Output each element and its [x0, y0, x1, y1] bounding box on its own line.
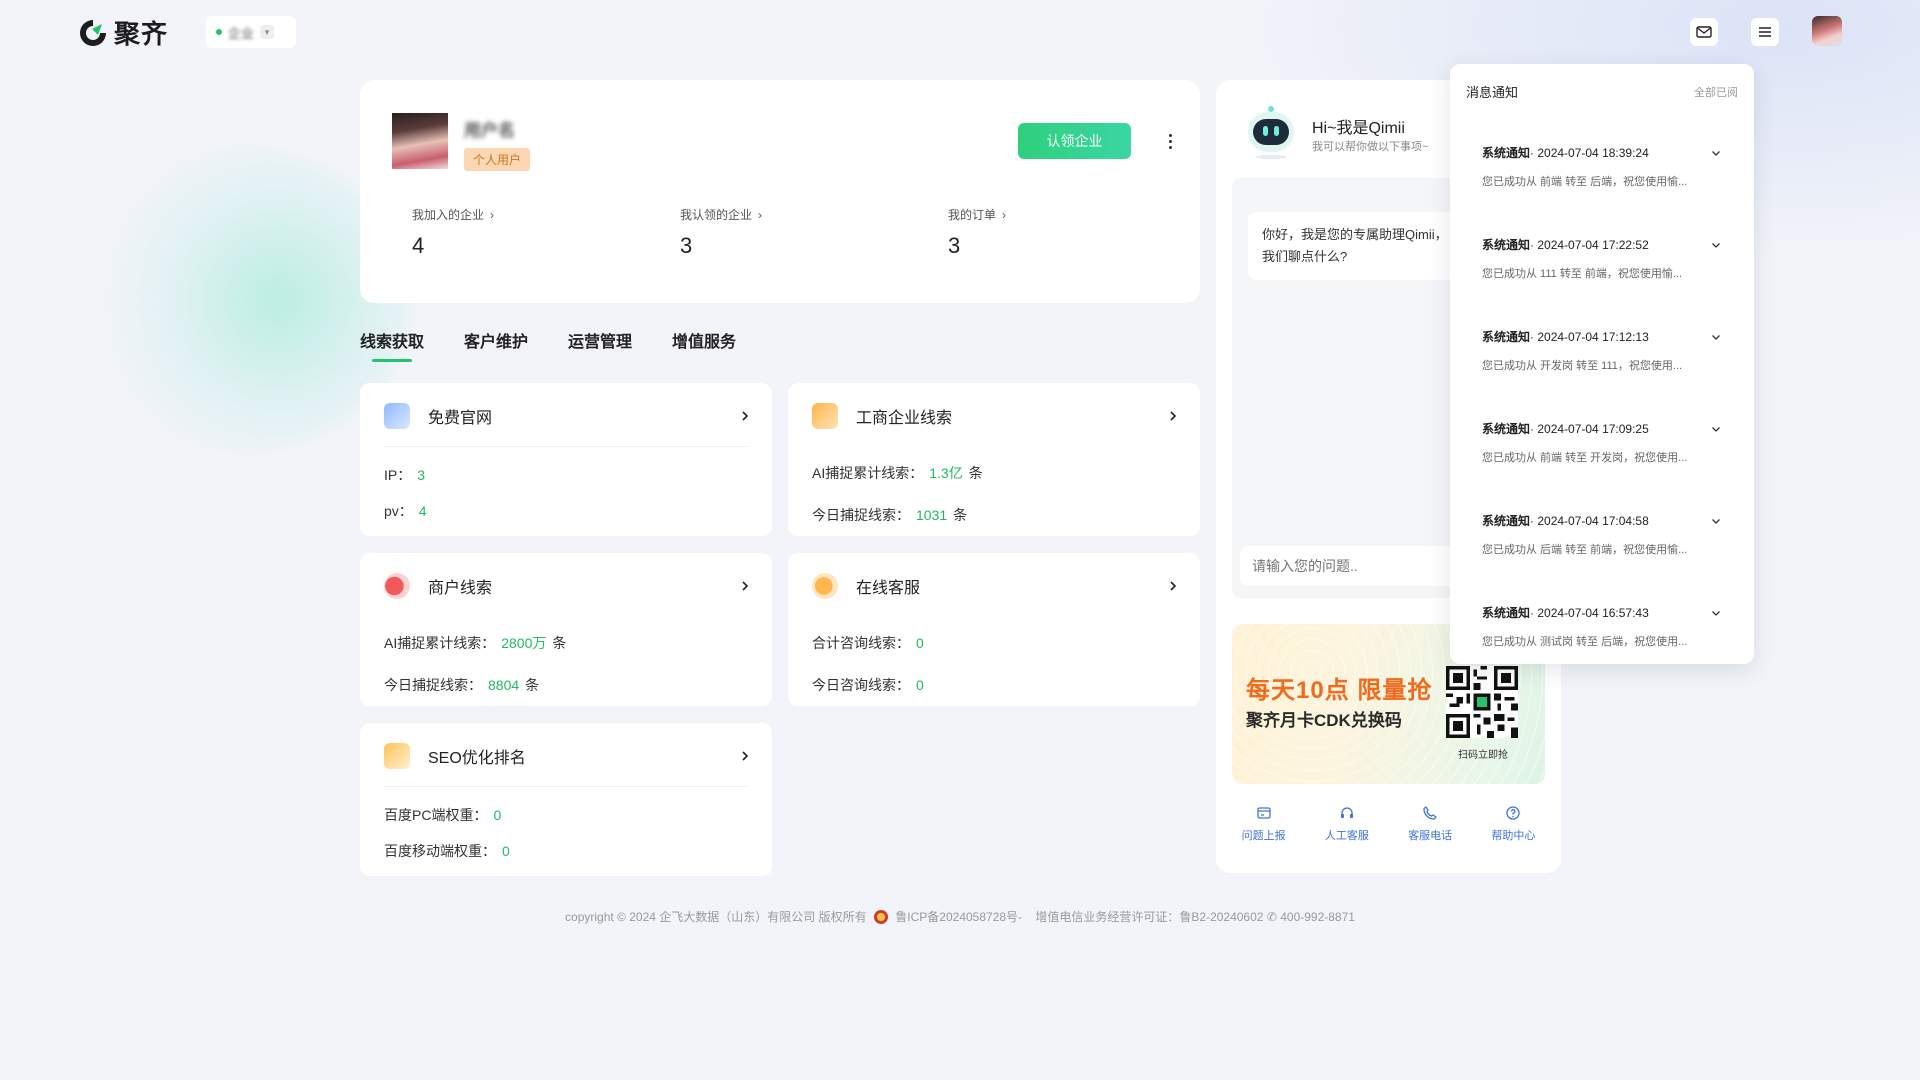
chevron-down-icon[interactable]: [1710, 607, 1722, 619]
category-tabs: 线索获取 客户维护 运营管理 增值服务: [360, 328, 736, 362]
org-name: 企业: [228, 25, 255, 41]
profile-avatar: [392, 113, 448, 169]
card-free-website[interactable]: 免费官网 IP： 3 pv： 4: [360, 383, 772, 536]
chevron-down-icon[interactable]: [1710, 331, 1722, 343]
chevron-right-icon: [742, 411, 749, 421]
card-business-leads[interactable]: 工商企业线索 AI捕捉累计线索： 1.3亿条 今日捕捉线索： 1031 条: [788, 383, 1200, 536]
stat-my-orders[interactable]: 我的订单 › 3: [948, 206, 1006, 259]
help-item-report[interactable]: 问题上报: [1242, 805, 1286, 843]
brand-logo-icon: [80, 19, 106, 46]
tab-value-added[interactable]: 增值服务: [672, 328, 736, 362]
mail-icon: [1696, 26, 1712, 38]
more-options-icon[interactable]: [1158, 129, 1182, 153]
card-stack-icon: [812, 403, 838, 429]
notification-item[interactable]: 系统通知 · 2024-07-04 18:39:24 您已成功从 前端 转至 后端…: [1482, 144, 1722, 189]
mail-button[interactable]: [1690, 18, 1718, 46]
brand-logo[interactable]: 聚齐: [78, 14, 168, 51]
chevron-down-icon[interactable]: [1710, 515, 1722, 527]
notification-item[interactable]: 系统通知 · 2024-07-04 17:12:13 您已成功从 开发岗 转至 1…: [1482, 328, 1722, 373]
footer-phone: 400-992-8871: [1280, 910, 1355, 924]
chevron-down-icon: ▾: [260, 25, 275, 39]
chevron-right-icon: [1170, 411, 1177, 421]
page-footer: copyright © 2024 企飞大数据（山东）有限公司 版权所有 鲁ICP…: [0, 908, 1920, 925]
profile-card: 用户名 个人用户 认领企业 我加入的企业 › 4 我认领的企业 › 3 我的订单 › …: [360, 80, 1200, 303]
help-shortcuts: 问题上报 人工客服 客服电话 帮助中心: [1216, 805, 1561, 843]
help-item-help-center[interactable]: 帮助中心: [1491, 805, 1535, 843]
brand-name: 聚齐: [114, 19, 169, 49]
assistant-greeting: 你好，我是您的专属助理Qimii，我们聊点什么?: [1248, 212, 1468, 280]
tab-lead-acquisition[interactable]: 线索获取: [360, 328, 424, 362]
user-avatar[interactable]: [1812, 16, 1842, 46]
chevron-right-icon: [742, 581, 749, 591]
notification-title: 消息通知: [1466, 85, 1519, 100]
chevron-down-icon[interactable]: [1710, 147, 1722, 159]
claim-enterprise-button[interactable]: 认领企业: [1018, 123, 1131, 159]
card-online-service[interactable]: 在线客服 合计咨询线索： 0 今日咨询线索： 0: [788, 553, 1200, 706]
help-item-hotline[interactable]: 客服电话: [1408, 805, 1452, 843]
chevron-right-icon: ›: [490, 207, 495, 222]
assistant-subtitle: 我可以帮你做以下事项~: [1312, 141, 1429, 153]
icp-link[interactable]: 鲁ICP备2024058728号-: [895, 910, 1022, 924]
mark-all-read-link[interactable]: 全部已阅: [1694, 84, 1738, 100]
shop-icon: [384, 573, 410, 599]
headset-icon: [1340, 807, 1353, 818]
help-icon: [1506, 806, 1521, 820]
notification-item[interactable]: 系统通知 · 2024-07-04 17:09:25 您已成功从 前端 转至 开发…: [1482, 420, 1722, 465]
chevron-right-icon: [1170, 581, 1177, 591]
stat-claimed-enterprises[interactable]: 我认领的企业 › 3: [680, 206, 762, 259]
chevron-down-icon[interactable]: [1710, 239, 1722, 251]
qr-code-icon: [1446, 666, 1518, 738]
help-item-live-agent[interactable]: 人工客服: [1325, 805, 1369, 843]
org-switcher[interactable]: 企业 ▾: [206, 16, 296, 48]
top-header: 聚齐 企业 ▾: [0, 0, 1920, 64]
card-merchant-leads[interactable]: 商户线索 AI捕捉累计线索： 2800万条 今日捕捉线索： 8804 条: [360, 553, 772, 706]
police-badge-icon: [873, 910, 888, 924]
phone-icon: [1423, 806, 1437, 820]
notification-item[interactable]: 系统通知 · 2024-07-04 17:04:58 您已成功从 后端 转至 前端…: [1482, 512, 1722, 557]
qr-caption: 扫码立即抢: [1458, 750, 1508, 761]
report-icon: [1256, 807, 1271, 819]
copyright-text: copyright © 2024 企飞大数据（山东）有限公司 版权所有: [565, 910, 867, 924]
chat-bubble-icon: [812, 573, 838, 599]
promo-subline: 聚齐月卡CDK兑换码: [1246, 711, 1402, 730]
monitor-icon: [384, 403, 410, 429]
phone-icon: ✆: [1266, 910, 1277, 924]
menu-icon: [1759, 27, 1771, 37]
status-dot-icon: [216, 29, 222, 35]
robot-avatar-icon: [1248, 106, 1294, 159]
notification-item[interactable]: 系统通知 · 2024-07-04 16:57:43 您已成功从 测试岗 转至 后…: [1482, 604, 1722, 649]
chevron-right-icon: ›: [1002, 207, 1007, 222]
notification-item[interactable]: 系统通知 · 2024-07-04 17:22:52 您已成功从 111 转至 前…: [1482, 236, 1722, 281]
ranking-icon: [384, 743, 410, 769]
menu-button[interactable]: [1751, 18, 1779, 46]
license-text: 增值电信业务经营许可证：鲁B2-20240602: [1035, 910, 1264, 924]
assistant-title: Hi~我是Qimii: [1312, 120, 1405, 137]
card-seo-ranking[interactable]: SEO优化排名 百度PC端权重： 0 百度移动端权重： 0: [360, 723, 772, 876]
stat-joined-enterprises[interactable]: 我加入的企业 › 4: [412, 206, 494, 259]
profile-name: 用户名: [464, 121, 515, 140]
notification-dropdown: 消息通知 全部已阅 系统通知 · 2024-07-04 18:39:24 您已成功…: [1450, 64, 1754, 664]
user-type-badge: 个人用户: [464, 148, 531, 171]
tab-customer-maintenance[interactable]: 客户维护: [464, 328, 528, 362]
tab-operations[interactable]: 运营管理: [568, 328, 632, 362]
chevron-down-icon[interactable]: [1710, 423, 1722, 435]
chevron-right-icon: ›: [758, 207, 763, 222]
chevron-right-icon: [742, 751, 749, 761]
promo-headline: 每天10点 限量抢: [1246, 677, 1433, 704]
